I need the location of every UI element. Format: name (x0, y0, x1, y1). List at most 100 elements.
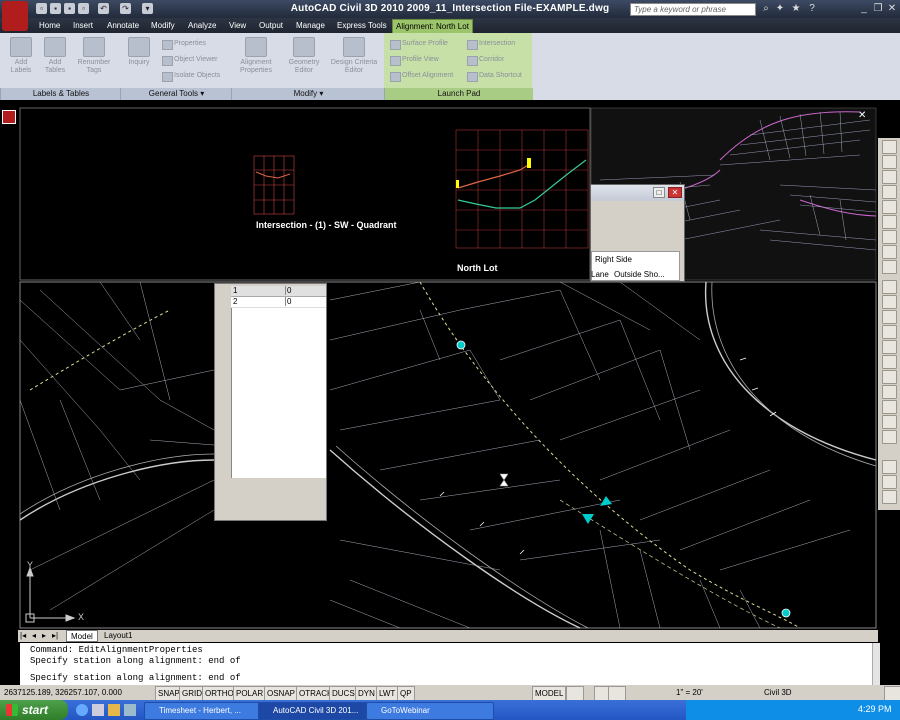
tab-home[interactable]: Home (36, 19, 63, 32)
tab-manage[interactable]: Manage (293, 19, 328, 32)
add-labels-button[interactable]: Add Labels (6, 37, 36, 75)
tool-point-icon[interactable] (882, 245, 897, 259)
tool-copy-icon[interactable] (882, 295, 897, 309)
tab-alignment-north-lot[interactable]: Alignment: North Lot (392, 19, 473, 34)
task-gotowebinar[interactable]: GoToWebinar (366, 702, 494, 720)
next-tab-icon[interactable]: ▸ (42, 631, 46, 640)
profile-view-button[interactable]: Profile View (390, 55, 439, 66)
toggle-ortho[interactable]: ORTHO (202, 686, 237, 701)
clean-screen-icon[interactable] (884, 686, 900, 701)
model-space-button[interactable]: MODEL (532, 686, 567, 701)
table-row[interactable]: 1 0 (231, 286, 326, 297)
tool-properties-icon[interactable] (882, 490, 897, 504)
tool-explode-icon[interactable] (882, 475, 897, 489)
workspace-switch[interactable]: Civil 3D (762, 686, 794, 699)
close-button[interactable]: ✕ (886, 2, 898, 15)
tool-rectangle-icon[interactable] (882, 200, 897, 214)
search-icon[interactable]: ⌕ (760, 2, 772, 15)
offset-alignment-button[interactable]: Offset Alignment (390, 71, 453, 82)
panel-label-modify[interactable]: Modify ▾ (231, 88, 385, 100)
favorites-icon[interactable]: ★ (790, 2, 802, 15)
command-line[interactable]: Command: EditAlignmentProperties Specify… (20, 643, 880, 685)
tool-block-icon[interactable] (882, 230, 897, 244)
search-input[interactable]: Type a keyword or phrase (630, 3, 756, 16)
toggle-ducs[interactable]: DUCS (329, 686, 358, 701)
alignment-properties-button[interactable]: Alignment Properties (234, 37, 278, 75)
minimize-button[interactable]: _ (858, 2, 870, 15)
tab-model[interactable]: Model (66, 630, 98, 642)
first-tab-icon[interactable]: |◂ (20, 631, 26, 640)
maximize-icon[interactable]: □ (653, 187, 665, 198)
tool-polyline-icon[interactable] (882, 155, 897, 169)
drawing-menu-icon[interactable] (2, 110, 16, 124)
add-tables-button[interactable]: Add Tables (40, 37, 70, 75)
panel-label-labels-tables[interactable]: Labels & Tables (0, 88, 121, 100)
toggle-polar[interactable]: POLAR (233, 686, 267, 701)
surface-profile-button[interactable]: Surface Profile (390, 39, 448, 50)
tool-mirror-icon[interactable] (882, 310, 897, 324)
tool-scale-icon[interactable] (882, 370, 897, 384)
corridor-button[interactable]: Corridor (467, 55, 504, 66)
tool-fillet-icon[interactable] (882, 460, 897, 474)
tool-offset-icon[interactable] (882, 325, 897, 339)
tab-modify[interactable]: Modify (148, 19, 178, 32)
tool-text-icon[interactable] (882, 260, 897, 274)
quick-view-layouts-icon[interactable] (566, 686, 584, 701)
outside-shoulder-cell[interactable]: Outside Sho... (614, 270, 665, 279)
command-scrollbar[interactable] (872, 643, 880, 685)
tool-rotate-icon[interactable] (882, 355, 897, 369)
last-tab-icon[interactable]: ▸| (52, 631, 58, 640)
geometry-editor-button[interactable]: Geometry Editor (282, 37, 326, 75)
inquiry-button[interactable]: Inquiry (124, 37, 154, 67)
tab-output[interactable]: Output (256, 19, 286, 32)
tool-erase-icon[interactable] (882, 280, 897, 294)
quick-launch-desktop-icon[interactable] (92, 704, 104, 716)
object-viewer-button[interactable]: Object Viewer (162, 55, 217, 66)
drawing-area[interactable]: Intersection - (1) - SW - Quadrant North… (0, 100, 900, 630)
toggle-lwt[interactable]: LWT (376, 686, 399, 701)
tool-break-icon[interactable] (882, 430, 897, 444)
panel-label-launch-pad[interactable]: Launch Pad (384, 88, 533, 100)
table-row[interactable]: 2 0 (231, 297, 326, 308)
renumber-tags-button[interactable]: Renumber Tags (76, 37, 112, 75)
tab-annotate[interactable]: Annotate (104, 19, 142, 32)
right-side-cell[interactable]: Right Side (595, 255, 632, 264)
lane-cell[interactable]: Lane (591, 270, 609, 279)
tool-line-icon[interactable] (882, 140, 897, 154)
tool-circle-icon[interactable] (882, 185, 897, 199)
tool-extend-icon[interactable] (882, 415, 897, 429)
toggle-osnap[interactable]: OSNAP (264, 686, 299, 701)
data-shortcut-button[interactable]: Data Shortcut (467, 71, 522, 82)
restore-button[interactable]: ❐ (872, 2, 884, 15)
tool-stretch-icon[interactable] (882, 385, 897, 399)
toggle-dyn[interactable]: DYN (355, 686, 378, 701)
clock[interactable]: 4:29 PM (858, 704, 892, 714)
quick-launch-outlook-icon[interactable] (108, 704, 120, 716)
intersection-button[interactable]: Intersection (467, 39, 515, 50)
tool-trim-icon[interactable] (882, 400, 897, 414)
isolate-objects-button[interactable]: Isolate Objects (162, 71, 220, 82)
task-timesheet[interactable]: Timesheet - Herbert, ... (144, 702, 272, 720)
dialog-close-button[interactable]: ✕ (668, 187, 682, 198)
design-criteria-editor-button[interactable]: Design Criteria Editor (328, 37, 380, 75)
quick-launch-ie-icon[interactable] (76, 704, 88, 716)
tab-view[interactable]: View (226, 19, 249, 32)
help-icon[interactable]: ? (806, 2, 818, 15)
quick-launch-app-icon[interactable] (124, 704, 136, 716)
annotation-scale[interactable]: 1" = 20' (674, 686, 705, 699)
drawing-canvas[interactable] (0, 100, 900, 630)
zoom-icon[interactable] (608, 686, 626, 701)
toggle-qp[interactable]: QP (397, 686, 415, 701)
task-autocad[interactable]: AutoCAD Civil 3D 201... (258, 702, 374, 720)
tab-express-tools[interactable]: Express Tools (334, 19, 390, 32)
app-logo[interactable] (2, 1, 28, 31)
tool-hatch-icon[interactable] (882, 215, 897, 229)
tool-move-icon[interactable] (882, 340, 897, 354)
tab-layout1[interactable]: Layout1 (100, 630, 136, 642)
prev-tab-icon[interactable]: ◂ (32, 631, 36, 640)
communication-center-icon[interactable]: ✦ (774, 2, 786, 15)
tool-arc-icon[interactable] (882, 170, 897, 184)
properties-button[interactable]: Properties (162, 39, 206, 50)
tab-analyze[interactable]: Analyze (185, 19, 219, 32)
viewport-close-icon[interactable]: ✕ (858, 110, 866, 121)
